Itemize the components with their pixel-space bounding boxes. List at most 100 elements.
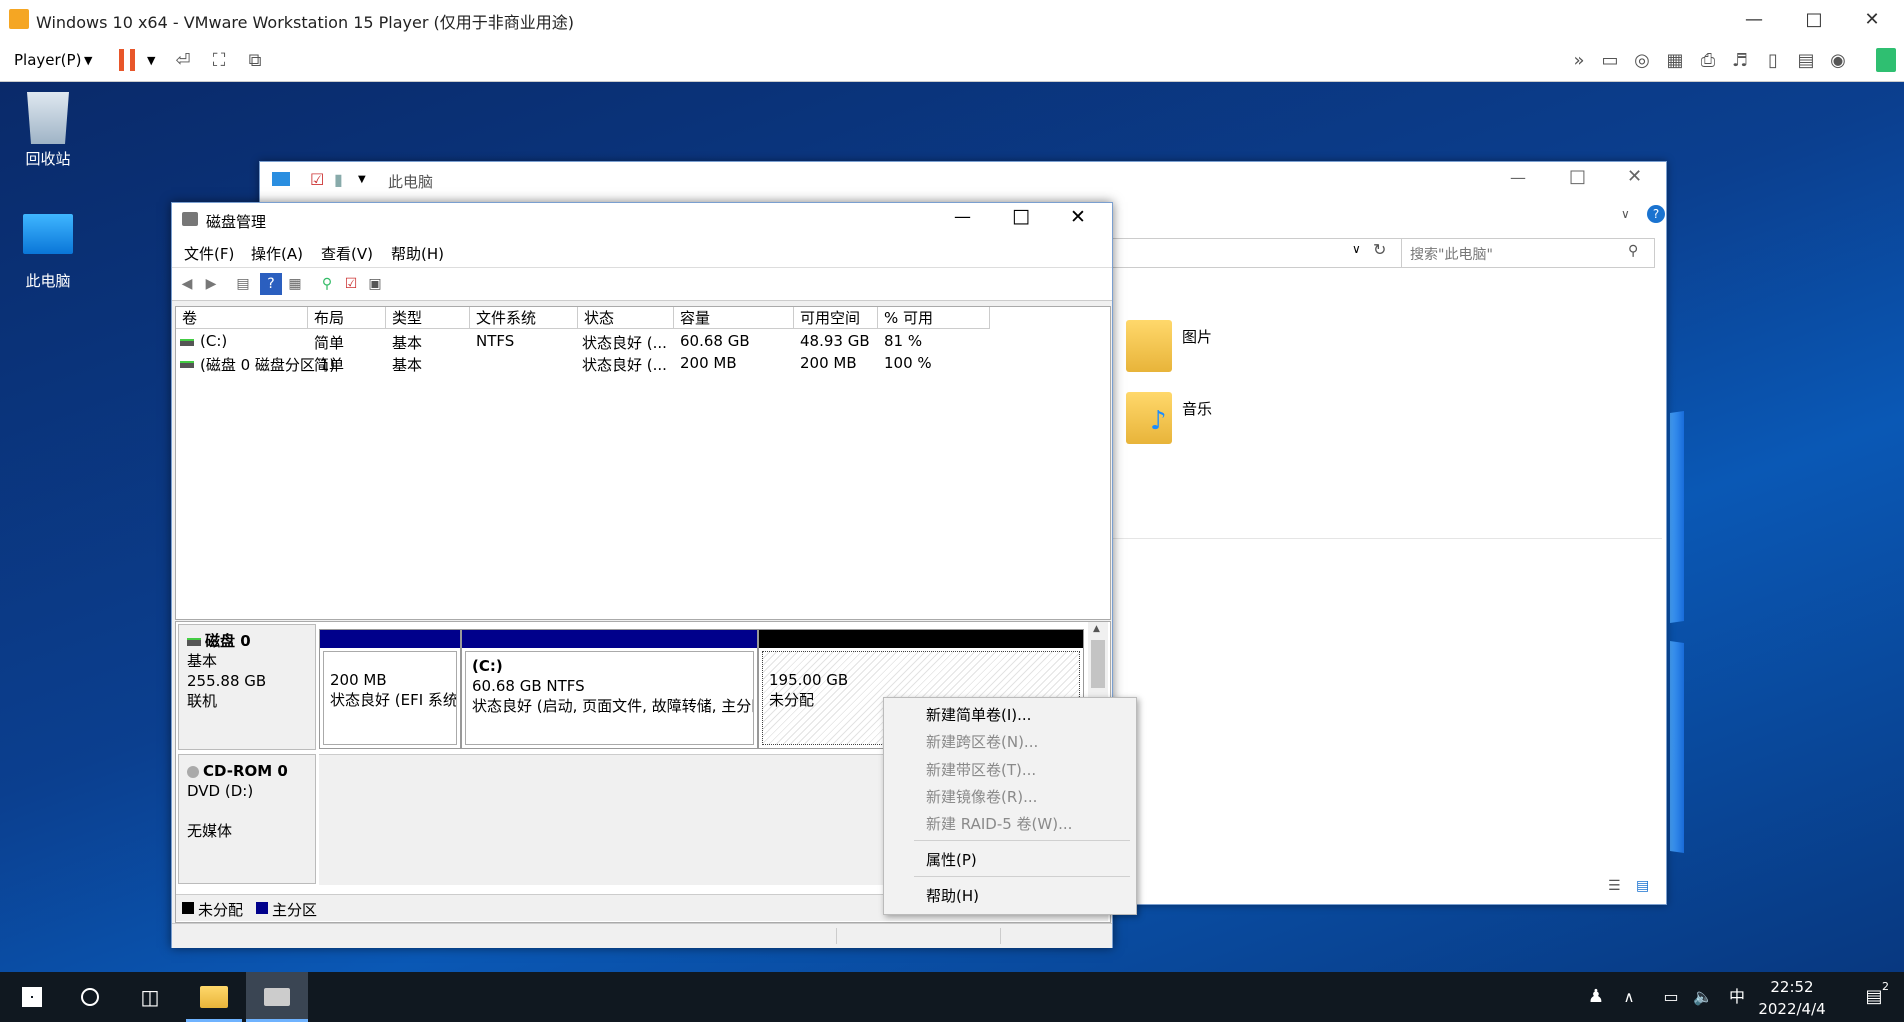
col-filesystem[interactable]: 文件系统 <box>470 307 578 329</box>
search-box[interactable]: 搜索"此电脑" ⚲ <box>1401 238 1655 268</box>
check-icon[interactable]: ☑ <box>340 273 362 295</box>
unity-icon[interactable]: ⧉ <box>242 49 268 73</box>
help-icon[interactable]: ? <box>260 273 282 295</box>
scrollbar-thumb[interactable] <box>1091 640 1105 688</box>
volume-icon[interactable]: 🔈 <box>1688 972 1718 1022</box>
maximize-button[interactable]: □ <box>1569 166 1586 187</box>
minimize-button[interactable]: — <box>954 207 971 227</box>
usb-icon[interactable]: ▯ <box>1760 49 1786 73</box>
menu-item-new-striped-volume[interactable]: 新建带区卷(T)... <box>926 759 1036 780</box>
show-hide-action-pane-icon[interactable]: ▦ <box>284 273 306 295</box>
folder-pictures[interactable]: 图片 <box>1126 320 1246 376</box>
show-hidden-icons[interactable]: ∧ <box>1614 972 1644 1022</box>
clock[interactable]: 22:52 2022/4/4 <box>1752 976 1832 1020</box>
maximize-button[interactable]: □ <box>1012 205 1030 227</box>
status-divider <box>836 928 837 944</box>
partition-c[interactable]: (C:) 60.68 GB NTFS 状态良好 (启动, 页面文件, 故障转储,… <box>461 629 758 749</box>
task-view-icon: ◫ <box>140 985 160 1009</box>
maximize-button[interactable]: □ <box>1794 6 1834 34</box>
details-view-icon[interactable]: ☰ <box>1608 878 1621 894</box>
hard-disk-icon[interactable]: ▭ <box>1597 49 1623 73</box>
menu-item-new-mirrored-volume[interactable]: 新建镜像卷(R)... <box>926 786 1037 807</box>
recycle-bin-icon <box>27 92 69 144</box>
refresh-icon[interactable]: ↻ <box>1373 240 1386 259</box>
recycle-bin[interactable]: 回收站 <box>8 92 88 169</box>
close-button[interactable]: ✕ <box>1627 166 1642 187</box>
this-pc[interactable]: 此电脑 <box>8 214 88 291</box>
cd-icon[interactable]: ◎ <box>1629 49 1655 73</box>
new-folder-icon[interactable]: ▮ <box>334 170 343 189</box>
chevron-down-icon[interactable]: ▼ <box>84 54 92 67</box>
legend-primary-swatch <box>256 902 268 914</box>
fullscreen-icon[interactable]: ⛶ <box>206 49 232 73</box>
task-view-button[interactable]: ◫ <box>122 972 178 1022</box>
scroll-up-icon[interactable]: ▲ <box>1093 624 1100 634</box>
network-icon[interactable]: ▭ <box>1656 972 1686 1022</box>
search-placeholder: 搜索"此电脑" <box>1410 247 1493 263</box>
sound-icon[interactable]: ♬ <box>1727 49 1753 73</box>
settings-icon[interactable]: ◉ <box>1825 49 1851 73</box>
partition-bar <box>462 630 757 648</box>
taskbar-disk-management[interactable] <box>246 972 308 1022</box>
cdrom-label[interactable]: CD-ROM 0 DVD (D:) 无媒体 <box>178 754 316 884</box>
menu-item-new-raid5-volume[interactable]: 新建 RAID-5 卷(W)... <box>926 813 1072 834</box>
col-layout[interactable]: 布局 <box>308 307 386 329</box>
send-ctrl-alt-del-icon[interactable]: ⏎ <box>170 49 196 73</box>
printer-icon[interactable]: ⎙ <box>1695 49 1721 73</box>
connect-disk-icon[interactable]: ⚲ <box>316 273 338 295</box>
menu-item-new-simple-volume[interactable]: 新建简单卷(I)... <box>926 704 1031 725</box>
address-dropdown-icon[interactable]: ∨ <box>1352 242 1361 256</box>
search-button[interactable] <box>62 972 118 1022</box>
table-row[interactable]: (磁盘 0 磁盘分区 1) 简单 基本 状态良好 (... 200 MB 200… <box>176 353 1106 375</box>
folder-music[interactable]: ♪ 音乐 <box>1126 392 1246 448</box>
menu-item-new-spanned-volume[interactable]: 新建跨区卷(N)... <box>926 731 1038 752</box>
col-capacity[interactable]: 容量 <box>674 307 794 329</box>
close-button[interactable]: ✕ <box>1070 206 1086 228</box>
message-icon[interactable] <box>1876 48 1896 72</box>
properties-icon[interactable]: ▣ <box>364 273 386 295</box>
vmware-toolbar: Player(P) ▼ ▼ ⏎ ⛶ ⧉ » ▭ ◎ ▦ ⎙ ♬ ▯ ▤ ◉ <box>0 40 1904 82</box>
network-icon[interactable]: ▦ <box>1662 49 1688 73</box>
taskbar-explorer[interactable] <box>186 972 242 1022</box>
table-row[interactable]: (C:) 简单 基本 NTFS 状态良好 (... 60.68 GB 48.93… <box>176 331 1106 353</box>
more-devices-icon[interactable]: » <box>1566 49 1592 73</box>
cell-percent-free: 81 % <box>884 332 923 350</box>
menu-view[interactable]: 查看(V) <box>321 243 373 264</box>
pause-dropdown-icon[interactable]: ▼ <box>147 54 155 67</box>
dm-title: 磁盘管理 <box>206 213 267 231</box>
action-center-button[interactable]: ▤ 2 <box>1846 972 1902 1022</box>
display-icon[interactable]: ▤ <box>1793 49 1819 73</box>
menu-help[interactable]: 帮助(H) <box>391 243 444 264</box>
legend-primary-label: 主分区 <box>272 901 318 919</box>
menu-file[interactable]: 文件(F) <box>184 243 234 264</box>
back-icon[interactable]: ◀ <box>176 273 198 295</box>
player-menu[interactable]: Player(P) <box>14 51 81 69</box>
chevron-down-icon[interactable]: ▼ <box>358 174 366 185</box>
ime-indicator[interactable]: 中 <box>1720 972 1754 1022</box>
menu-separator <box>914 840 1130 841</box>
col-volume[interactable]: 卷 <box>176 307 308 329</box>
pause-icon[interactable] <box>119 49 135 71</box>
close-button[interactable]: ✕ <box>1852 6 1892 34</box>
minimize-button[interactable]: — <box>1734 6 1774 34</box>
minimize-button[interactable]: — <box>1510 168 1526 187</box>
col-free-space[interactable]: 可用空间 <box>794 307 878 329</box>
disk-management-icon <box>264 988 290 1006</box>
col-percent-free[interactable]: % 可用 <box>878 307 990 329</box>
menu-item-help[interactable]: 帮助(H) <box>926 885 979 906</box>
large-icons-view-icon[interactable]: ▤ <box>1636 878 1649 894</box>
cell-capacity: 200 MB <box>680 354 737 372</box>
windows-start-icon <box>22 987 42 1007</box>
menu-action[interactable]: 操作(A) <box>251 243 303 264</box>
col-type[interactable]: 类型 <box>386 307 470 329</box>
show-hide-tree-icon[interactable]: ▤ <box>232 273 254 295</box>
menu-item-properties[interactable]: 属性(P) <box>926 849 977 870</box>
partition-efi[interactable]: 200 MB 状态良好 (EFI 系统 <box>319 629 461 749</box>
col-status[interactable]: 状态 <box>578 307 674 329</box>
start-button[interactable] <box>4 972 60 1022</box>
properties-icon[interactable]: ☑ <box>310 170 324 189</box>
forward-icon[interactable]: ▶ <box>200 273 222 295</box>
disk0-label[interactable]: 磁盘 0 基本 255.88 GB 联机 <box>178 624 316 750</box>
chevron-down-icon[interactable]: ∨ <box>1621 207 1630 221</box>
help-icon[interactable]: ? <box>1647 205 1665 223</box>
